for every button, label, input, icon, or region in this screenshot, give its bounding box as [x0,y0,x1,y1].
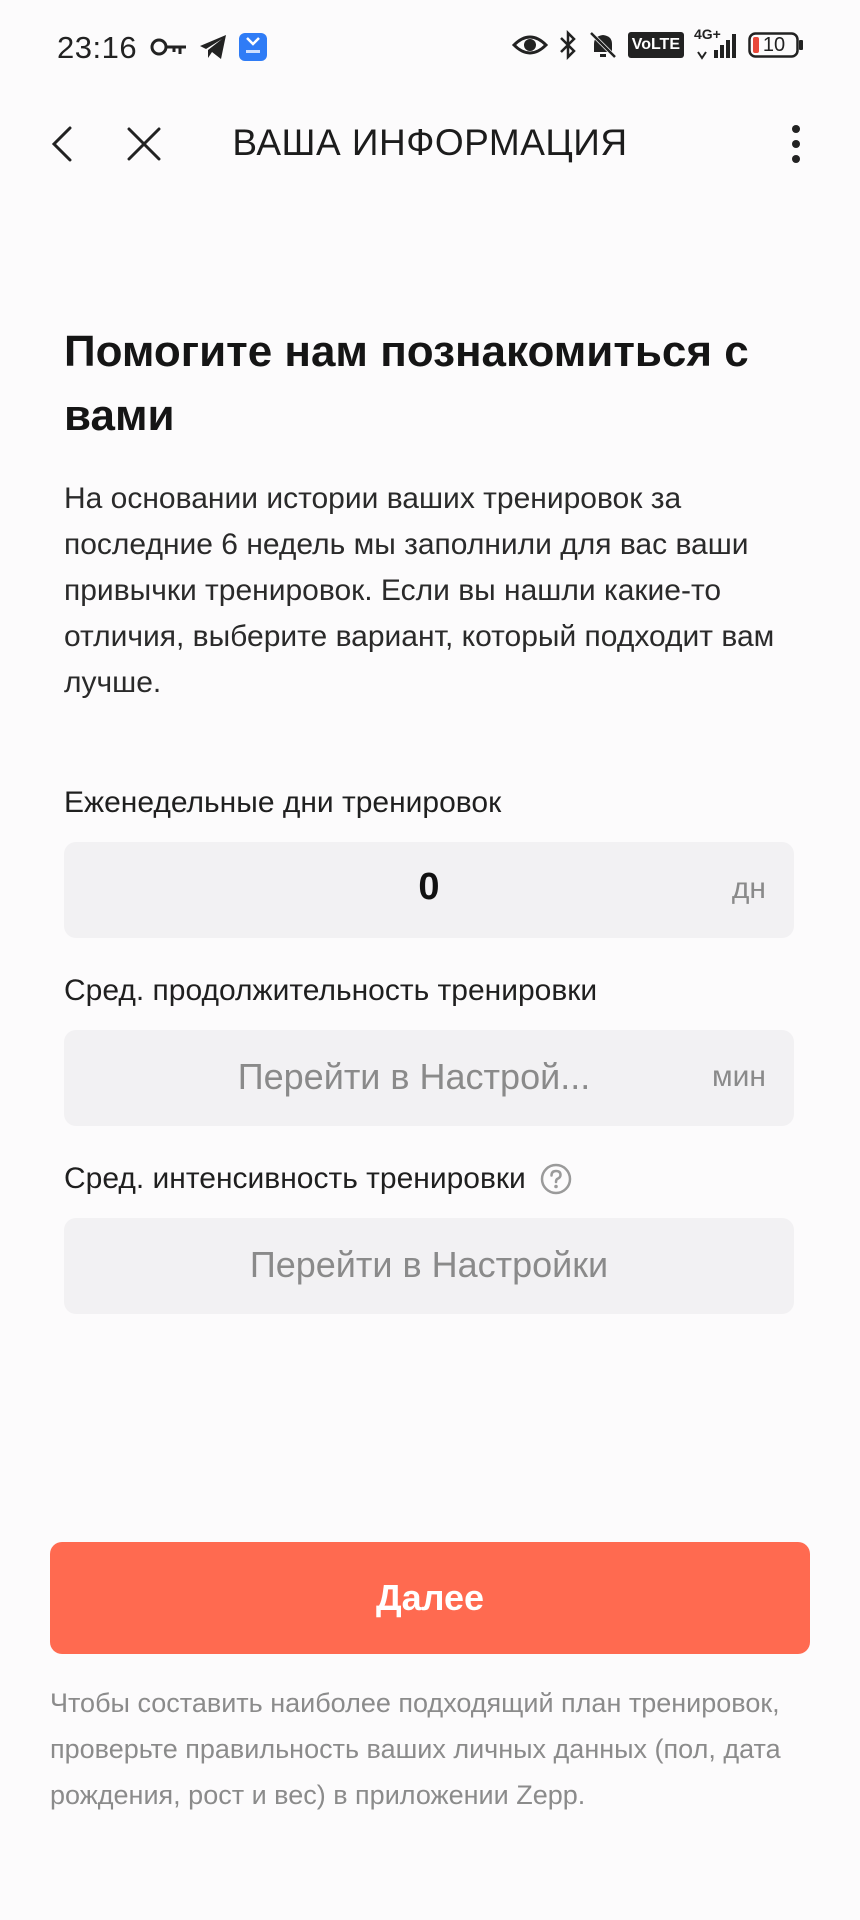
battery-level: 10 [762,33,786,56]
weekly-days-value: 0 [418,866,440,908]
avg-intensity-value: Перейти в Настройки [249,1244,609,1285]
more-menu-button[interactable] [780,122,812,166]
eye-icon [511,32,548,58]
avg-duration-value: Перейти в Настрой... [237,1056,591,1097]
status-left-icons [150,32,268,62]
status-time: 23:16 [57,30,138,65]
status-right-icons: VoLTE 4G+ 10 [511,26,804,60]
mute-icon [588,30,618,60]
footnote-text: Чтобы составить наиболее подходящий план… [50,1688,781,1810]
intro-headline: Помогите нам познакомиться с вами [64,327,749,440]
top-nav: ВАША ИНФОРМАЦИЯ [0,100,860,188]
app-icon [238,32,268,62]
bluetooth-icon [558,30,578,60]
avg-intensity-label-text: Сред. интенсивность тренировки [64,1162,526,1195]
weekly-days-label-text: Еженедельные дни тренировок [64,786,502,819]
network-label: 4G+ [694,26,721,42]
intro-description: На основании истории ваших тренировок за… [64,482,775,699]
weekly-days-unit: дн [731,872,766,905]
avg-duration-unit: мин [712,1060,766,1093]
page-title: ВАША ИНФОРМАЦИЯ [232,122,628,163]
volte-icon: VoLTE [627,32,684,58]
key-icon [150,36,188,58]
weekly-days-label: Еженедельные дни тренировок [64,786,501,820]
avg-duration-field[interactable]: Перейти в Настрой... мин [64,1030,794,1126]
avg-duration-label-text: Сред. продолжительность тренировки [64,974,598,1007]
battery-icon: 10 [748,32,804,58]
avg-intensity-field[interactable]: Перейти в Настройки [64,1218,794,1314]
next-button[interactable]: Далее [50,1542,810,1654]
volte-label: VoLTE [631,36,680,53]
status-bar: 23:16 VoLTE 4G+ 10 [0,0,860,96]
telegram-icon [198,33,228,61]
signal-icon: 4G+ [694,26,738,60]
avg-intensity-label: Сред. интенсивность тренировки [64,1162,572,1196]
help-icon[interactable] [540,1163,572,1195]
avg-duration-label: Сред. продолжительность тренировки [64,974,597,1008]
weekly-days-field[interactable]: 0 дн [64,842,794,938]
more-vertical-icon [792,125,800,163]
